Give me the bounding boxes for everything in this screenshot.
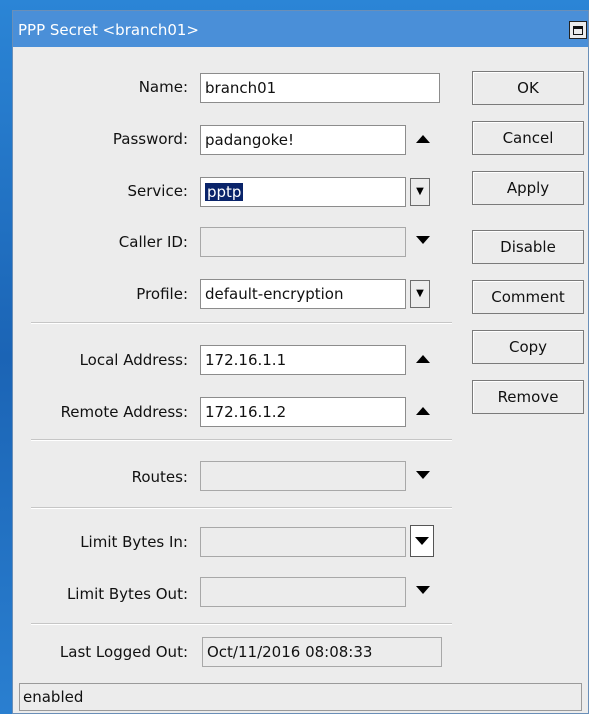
cancel-button[interactable]: Cancel: [472, 121, 584, 155]
profile-select[interactable]: default-encryption: [200, 279, 406, 309]
separator: [31, 439, 452, 441]
limit-bytes-in-input[interactable]: [200, 527, 406, 557]
profile-dropdown-button[interactable]: ▼: [410, 280, 430, 308]
last-logged-out-label: Last Logged Out:: [59, 643, 188, 661]
remote-address-label: Remote Address:: [60, 403, 188, 421]
separator: [31, 507, 452, 509]
limit-bytes-out-expand-arrow-icon[interactable]: [416, 586, 430, 594]
separator: [31, 623, 452, 625]
service-dropdown-button[interactable]: ▼: [410, 178, 430, 206]
disable-button[interactable]: Disable: [472, 230, 584, 264]
dropdown-arrow-icon: ▼: [416, 186, 424, 197]
remote-address-collapse-arrow-icon[interactable]: [416, 407, 430, 415]
local-address-input[interactable]: 172.16.1.1: [200, 345, 406, 375]
maximize-icon: [573, 25, 583, 35]
apply-button[interactable]: Apply: [472, 171, 584, 205]
ppp-secret-window: PPP Secret <branch01> × Name: branch01 P…: [12, 10, 589, 714]
limit-bytes-in-expand-button[interactable]: [410, 525, 434, 557]
name-input[interactable]: branch01: [200, 73, 440, 103]
password-label: Password:: [112, 130, 188, 148]
remote-address-input[interactable]: 172.16.1.2: [200, 397, 406, 427]
last-logged-out-value: Oct/11/2016 08:08:33: [202, 637, 442, 667]
service-select[interactable]: pptp: [200, 177, 406, 207]
routes-input[interactable]: [200, 461, 406, 491]
limit-bytes-out-label: Limit Bytes Out:: [66, 585, 188, 603]
local-address-label: Local Address:: [79, 351, 188, 369]
separator: [31, 322, 452, 324]
name-label: Name:: [138, 78, 188, 96]
limit-bytes-in-label: Limit Bytes In:: [80, 533, 188, 551]
local-address-collapse-arrow-icon[interactable]: [416, 355, 430, 363]
service-label: Service:: [127, 182, 189, 200]
window-titlebar[interactable]: PPP Secret <branch01> ×: [13, 11, 588, 47]
maximize-button[interactable]: [569, 21, 587, 39]
window-title: PPP Secret <branch01>: [18, 21, 199, 39]
routes-expand-arrow-icon[interactable]: [416, 471, 430, 479]
service-selected-value: pptp: [205, 183, 244, 201]
password-input[interactable]: padangoke!: [200, 125, 406, 155]
caller-id-input[interactable]: [200, 227, 406, 257]
caller-id-expand-arrow-icon[interactable]: [416, 236, 430, 244]
profile-label: Profile:: [136, 285, 188, 303]
comment-button[interactable]: Comment: [472, 280, 584, 314]
status-bar: enabled: [19, 683, 582, 711]
ok-button[interactable]: OK: [472, 71, 584, 105]
routes-label: Routes:: [131, 468, 188, 486]
dropdown-arrow-icon: ▼: [416, 288, 424, 299]
copy-button[interactable]: Copy: [472, 330, 584, 364]
password-collapse-arrow-icon[interactable]: [416, 135, 430, 143]
remove-button[interactable]: Remove: [472, 380, 584, 414]
expand-arrow-icon: [415, 537, 429, 545]
limit-bytes-out-input[interactable]: [200, 577, 406, 607]
caller-id-label: Caller ID:: [118, 233, 188, 251]
